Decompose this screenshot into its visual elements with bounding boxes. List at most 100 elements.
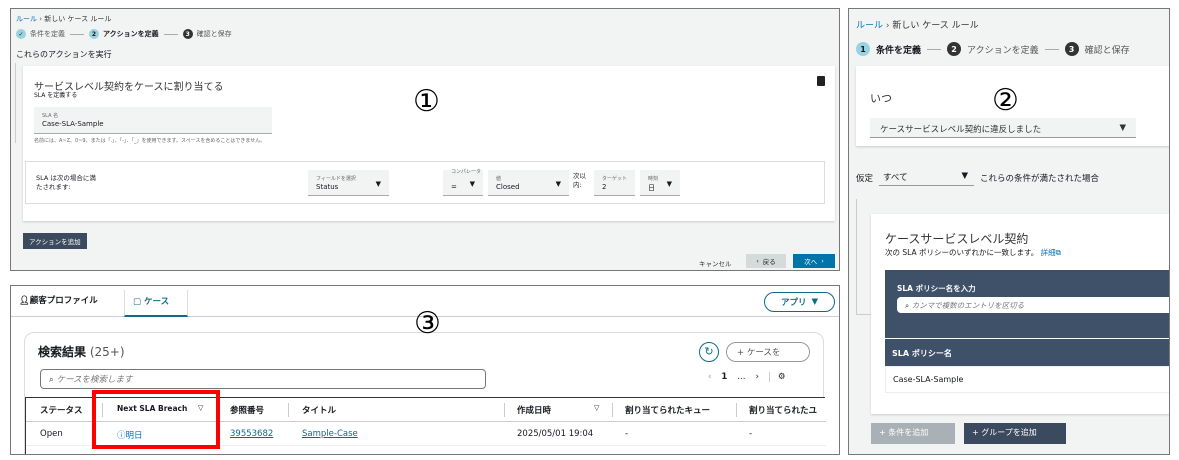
results-title: 検索結果 (25+) [38,343,125,360]
assume-select[interactable]: すべて ▼ [879,169,975,186]
step-1[interactable]: ✓ 条件を定義 [16,29,65,39]
target-input[interactable]: ターゲット 2 [594,170,635,196]
search-icon: ⌕ [905,301,912,310]
sla-name-input[interactable]: SLA 名 Case-SLA-Sample [34,107,272,134]
page-number[interactable]: 1 [721,372,727,382]
desc-text: 次の SLA ポリシーのいずれかに一致します。 [885,248,1039,257]
field-value: 2 [602,183,607,191]
label: ケースを [746,348,781,358]
plus-icon: + [972,428,982,437]
add-group-button[interactable]: + グループを追加 [964,423,1066,444]
assume-suffix: これらの条件が満たされた場合 [980,173,1100,184]
title: 検索結果 [38,345,87,359]
field-label: フィールドを選択 [316,176,356,182]
policy-row[interactable]: Case-SLA-Sample [885,366,1169,393]
highlight-box [92,390,220,449]
cell-title-link[interactable]: Sample-Case [302,429,358,439]
external-link-icon: ⧉ [1055,248,1062,257]
label: グループを追加 [981,428,1037,437]
caret-down-icon: ▼ [1119,123,1126,133]
panel-marker: ② [992,83,1019,118]
condition-definition-panel: ルール › 新しい ケース ルール 1 条件を定義 2 アクションを定義 3 確認と保… [848,8,1170,455]
breadcrumb-current: 新しい ケース ルール [44,15,112,23]
cell-created: 2025/05/01 19:04 [517,429,594,439]
breadcrumb: ルール › 新しい ケース ルール [16,15,112,23]
chevron-left-icon: ‹ [756,257,759,265]
step-1[interactable]: 条件を定義 [876,43,921,56]
condition-label: SLA は次の場合に満たされます: [36,174,96,191]
placeholder: カンマで複数のエントリを区切る [911,301,1025,310]
tab-cases[interactable]: ▢ ケース [124,290,188,317]
field-value: Status [316,183,339,191]
next-button[interactable]: 次へ › [793,254,835,268]
step-3[interactable]: 確認と保存 [1085,43,1130,56]
column-status[interactable]: ステータス [40,404,83,416]
condition-row: SLA は次の場合に満たされます: フィールドを選択 Status ▼ コンパレータ… [25,161,825,204]
operator-select[interactable]: コンパレータ = ▼ [443,169,483,196]
within-label: 次以内: [573,172,586,189]
prev-page-icon[interactable]: ‹ [708,372,711,382]
cell-reference-link[interactable]: 39553682 [230,429,273,439]
new-case-button[interactable]: + ケースを [726,342,810,362]
step-number: 3 [182,29,193,39]
caret-down-icon: ▼ [666,180,672,188]
cancel-button[interactable]: キャンセル [699,258,732,268]
apps-button[interactable]: アプリ ▼ [764,292,835,312]
step-number: 1 [856,42,870,56]
trash-icon[interactable] [817,76,825,86]
pagination: ‹ 1... › ⚙ [708,372,785,382]
field-select[interactable]: フィールドを選択 Status ▼ [308,170,389,196]
caret-down-icon: ▼ [555,180,561,188]
back-label: 戻る [762,258,776,266]
details-text: 詳細 [1040,248,1056,257]
policy-search-input[interactable]: ⌕ カンマで複数のエントリを区切る [897,297,1169,313]
card-subtitle: SLA を定義する [34,92,78,99]
panel-marker: ③ [414,306,441,341]
field-label: ターゲット [602,176,628,182]
section-title: これらのアクションを実行 [16,50,112,59]
check-icon: ✓ [16,29,26,39]
stepper: 1 条件を定義 2 アクションを定義 3 確認と保存 [856,42,1130,56]
refresh-icon[interactable]: ↻ [699,342,719,362]
assume-label: 仮定 [856,173,874,184]
policy-column-header: SLA ポリシー名 [885,339,1169,366]
step-3[interactable]: 3 確認と保存 [182,29,232,39]
next-page-icon[interactable]: › [755,372,758,382]
step-2[interactable]: アクションを定義 [967,43,1039,56]
sort-icon[interactable]: ▽ [594,404,599,412]
column-reference[interactable]: 参照番号 [230,404,264,416]
tab-customer-profile[interactable]: 👤︎顧客プロファイル [19,294,98,306]
caret-down-icon: ▼ [961,171,969,181]
column-created[interactable]: 作成日時 [517,404,551,416]
policy-input-label: SLA ポリシー名を入力 [897,284,976,293]
column-user[interactable]: 割り当てられたユ [749,404,817,416]
sla-card-title: ケースサービスレベル契約 [885,232,1029,246]
trigger-value: ケースサービスレベル契約に違反しました [880,125,1042,135]
field-label: 時刻 [648,176,659,182]
step-2[interactable]: 2 アクションを定義 [89,29,159,39]
value-select[interactable]: 値 Closed ▼ [488,170,569,196]
gear-icon[interactable]: ⚙ [768,372,785,382]
case-search-input[interactable]: ⌕ ケースを検索します [40,369,486,389]
column-title[interactable]: タイトル [302,404,336,416]
step-label: アクションを定義 [103,30,159,38]
plus-icon: + [879,428,889,437]
trigger-select[interactable]: ケースサービスレベル契約に違反しました ▼ [870,118,1136,138]
unit-select[interactable]: 時刻日 ▼ [640,170,680,196]
stepper: ✓ 条件を定義 2 アクションを定義 3 確認と保存 [16,29,232,39]
cell-user: - [749,429,753,439]
tab-label: 顧客プロファイル [29,296,98,306]
action-definition-panel: ルール › 新しい ケース ルール ✓ 条件を定義 2 アクションを定義 3 確認と保… [10,8,840,271]
placeholder: ケースを検索します [56,375,133,385]
chevron-right-icon: › [821,257,824,265]
breadcrumb: ルール › 新しい ケース ルール [856,21,979,31]
person-icon: 👤︎ [19,296,30,306]
add-action-button[interactable]: アクションを追加 [23,233,87,249]
breadcrumb-rules[interactable]: ルール [16,15,37,23]
back-button[interactable]: ‹ 戻る [746,254,786,268]
case-list-panel: 👤︎顧客プロファイル ▢ ケース アプリ ▼ 検索結果 (25+) ↻ + ケース… [10,285,840,455]
breadcrumb-rules[interactable]: ルール [856,21,883,31]
add-condition-button[interactable]: + 条件を追加 [871,423,955,444]
details-link[interactable]: 詳細⧉ [1041,248,1061,257]
column-queue[interactable]: 割り当てられたキュー [625,404,710,416]
